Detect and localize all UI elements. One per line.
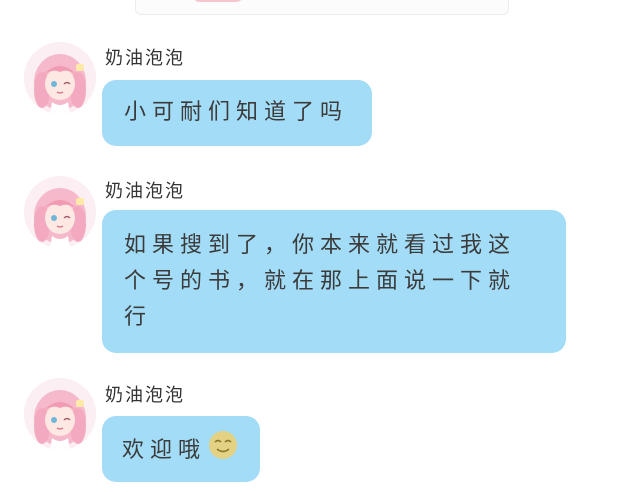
sender-name: 奶油泡泡 bbox=[105, 181, 185, 202]
previous-message-card bbox=[135, 0, 509, 15]
message-text: 欢迎哦 bbox=[122, 438, 207, 463]
anime-girl-avatar-icon bbox=[24, 42, 96, 114]
message-bubble[interactable]: 小可耐们知道了吗 bbox=[102, 80, 372, 146]
avatar[interactable] bbox=[24, 42, 96, 114]
previous-message-accent bbox=[192, 0, 244, 2]
avatar[interactable] bbox=[24, 378, 96, 450]
anime-girl-avatar-icon bbox=[24, 378, 96, 450]
message-bubble[interactable]: 欢迎哦 bbox=[102, 416, 260, 482]
sender-name: 奶油泡泡 bbox=[105, 48, 185, 69]
message-text: 如果搜到了，你本来就看过我这个号的书，就在那上面说一下就行 bbox=[124, 233, 517, 330]
avatar[interactable] bbox=[24, 176, 96, 248]
message-bubble[interactable]: 如果搜到了，你本来就看过我这个号的书，就在那上面说一下就行 bbox=[102, 210, 566, 353]
sender-name: 奶油泡泡 bbox=[105, 385, 185, 406]
smiling-face-emoji-icon bbox=[208, 430, 238, 472]
message-text: 小可耐们知道了吗 bbox=[124, 100, 349, 125]
anime-girl-avatar-icon bbox=[24, 176, 96, 248]
chat-screen: 奶油泡泡 小可耐们知道了吗 奶油泡泡 如果搜到了，你本来就看过我这个号的书，就在… bbox=[0, 0, 640, 492]
